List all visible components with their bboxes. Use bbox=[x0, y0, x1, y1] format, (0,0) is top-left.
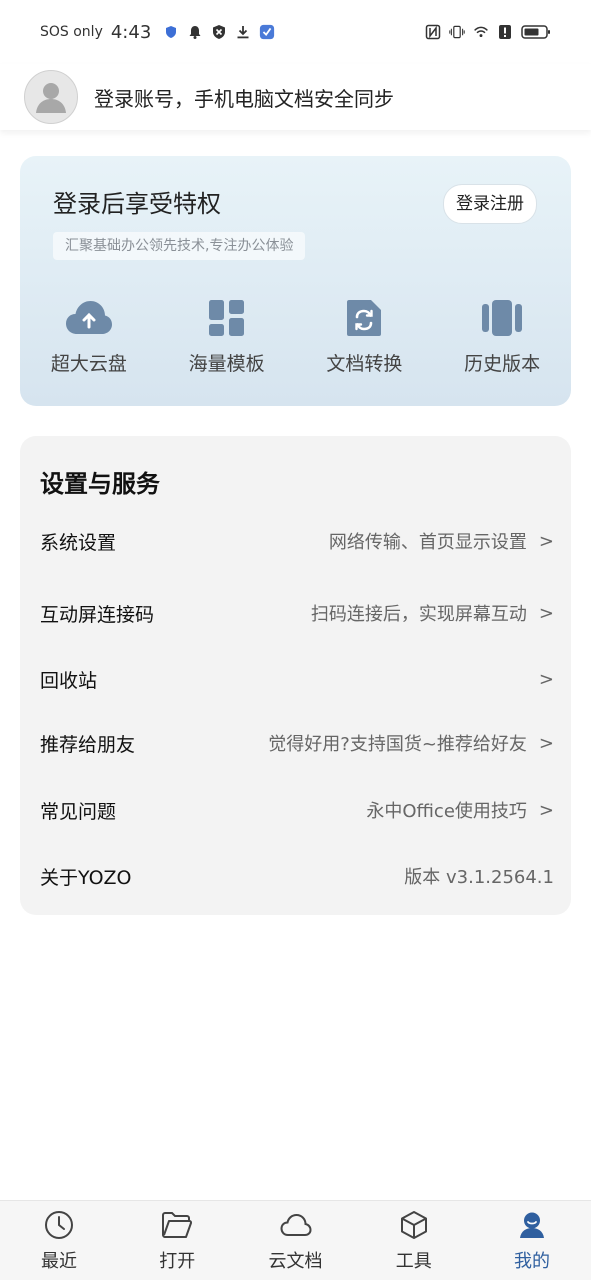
wifi-icon bbox=[473, 24, 489, 40]
battery-icon bbox=[521, 24, 551, 40]
nav-label: 工具 bbox=[395, 1250, 432, 1272]
nav-label: 打开 bbox=[159, 1250, 196, 1272]
feature-cloud-storage[interactable]: 超大云盘 bbox=[29, 296, 149, 376]
settings-card: 设置与服务 系统设置 网络传输、首页显示设置 > 互动屏连接码 扫码连接后，实现… bbox=[20, 436, 571, 915]
chevron-right-icon: > bbox=[538, 530, 554, 552]
clock-time: 4:43 bbox=[110, 21, 152, 43]
status-left: SOS only 4:43 bbox=[40, 22, 275, 43]
bottom-nav: 最近 打开 云文档 工具 我的 bbox=[0, 1200, 591, 1280]
feature-label: 历史版本 bbox=[464, 353, 541, 375]
folder-open-icon bbox=[161, 1209, 193, 1241]
setting-recycle-bin[interactable]: 回收站 > bbox=[40, 659, 554, 699]
history-version-icon bbox=[478, 296, 526, 339]
privilege-title: 登录后享受特权 bbox=[53, 190, 221, 218]
setting-right: 网络传输、首页显示设置 > bbox=[329, 528, 554, 554]
setting-label: 系统设置 bbox=[40, 531, 117, 554]
nav-label: 云文档 bbox=[268, 1250, 323, 1272]
setting-label: 回收站 bbox=[40, 669, 98, 692]
template-grid-icon bbox=[203, 296, 251, 339]
setting-about[interactable]: 关于YOZO 版本 v3.1.2564.1 bbox=[40, 856, 554, 896]
setting-label: 互动屏连接码 bbox=[40, 603, 155, 626]
setting-label: 常见问题 bbox=[40, 800, 117, 823]
setting-right: 觉得好用?支持国货~推荐给好友 > bbox=[268, 730, 554, 756]
document-convert-icon bbox=[340, 296, 388, 339]
privilege-card: 登录后享受特权 汇聚基础办公领先技术,专注办公体验 登录注册 超大云盘 海量模板 bbox=[20, 156, 571, 406]
download-icon bbox=[235, 24, 251, 40]
setting-right: > bbox=[527, 669, 554, 690]
feature-templates[interactable]: 海量模板 bbox=[167, 296, 287, 376]
profile-icon bbox=[516, 1209, 548, 1241]
chevron-right-icon: > bbox=[538, 732, 554, 754]
setting-recommend[interactable]: 推荐给朋友 觉得好用?支持国货~推荐给好友 > bbox=[40, 723, 554, 763]
nav-open[interactable]: 打开 bbox=[128, 1201, 226, 1280]
carrier-text: SOS only bbox=[40, 24, 103, 40]
feature-label: 文档转换 bbox=[326, 353, 403, 375]
nav-profile[interactable]: 我的 bbox=[483, 1201, 581, 1280]
cloud-icon bbox=[279, 1209, 312, 1241]
nav-label: 我的 bbox=[514, 1250, 550, 1272]
setting-label: 推荐给朋友 bbox=[40, 733, 136, 756]
setting-right: 版本 v3.1.2564.1 bbox=[404, 863, 554, 889]
feature-doc-convert[interactable]: 文档转换 bbox=[304, 296, 424, 376]
status-right bbox=[425, 24, 551, 40]
setting-value: 扫码连接后，实现屏幕互动 bbox=[310, 604, 527, 625]
feature-label: 海量模板 bbox=[188, 353, 265, 375]
avatar-placeholder-icon bbox=[36, 83, 66, 113]
login-register-button[interactable]: 登录注册 bbox=[443, 184, 537, 224]
avatar[interactable] bbox=[24, 70, 78, 124]
nfc-icon bbox=[425, 24, 441, 40]
nav-recent[interactable]: 最近 bbox=[10, 1201, 108, 1280]
setting-system[interactable]: 系统设置 网络传输、首页显示设置 > bbox=[40, 521, 554, 561]
shield-icon bbox=[163, 24, 179, 40]
setting-faq[interactable]: 常见问题 永中Office使用技巧 > bbox=[40, 790, 554, 830]
feature-history[interactable]: 历史版本 bbox=[442, 296, 562, 376]
blocked-icon bbox=[211, 24, 227, 40]
login-prompt[interactable]: 登录账号，手机电脑文档安全同步 bbox=[94, 83, 394, 112]
page: SOS only 4:43 登录账号，手机电脑文档安全同步 登录后享受特权 汇聚… bbox=[0, 0, 591, 1280]
app-icon bbox=[259, 24, 275, 40]
bell-icon bbox=[187, 24, 203, 40]
feature-label: 超大云盘 bbox=[50, 353, 127, 375]
login-header[interactable]: 登录账号，手机电脑文档安全同步 bbox=[0, 64, 591, 130]
vibrate-icon bbox=[449, 24, 465, 40]
setting-value: 版本 v3.1.2564.1 bbox=[404, 867, 554, 888]
chevron-right-icon: > bbox=[538, 668, 554, 690]
nav-tools[interactable]: 工具 bbox=[365, 1201, 463, 1280]
cube-icon bbox=[398, 1209, 430, 1241]
setting-value: 觉得好用?支持国货~推荐给好友 bbox=[268, 734, 527, 755]
privilege-subtitle: 汇聚基础办公领先技术,专注办公体验 bbox=[53, 232, 306, 260]
nav-cloud-docs[interactable]: 云文档 bbox=[247, 1201, 345, 1280]
setting-value: 网络传输、首页显示设置 bbox=[328, 532, 527, 553]
chevron-right-icon: > bbox=[538, 602, 554, 624]
setting-value: 永中Office使用技巧 bbox=[366, 801, 527, 822]
cloud-upload-icon bbox=[65, 296, 113, 339]
setting-label: 关于YOZO bbox=[40, 866, 132, 889]
chevron-right-icon: > bbox=[538, 799, 554, 821]
setting-right: 扫码连接后，实现屏幕互动 > bbox=[311, 600, 554, 626]
status-bar: SOS only 4:43 bbox=[0, 0, 591, 64]
nav-label: 最近 bbox=[41, 1250, 77, 1272]
feature-row: 超大云盘 海量模板 文档转换 历史版本 bbox=[20, 296, 571, 376]
setting-right: 永中Office使用技巧 > bbox=[366, 797, 554, 823]
setting-screen-connect-code[interactable]: 互动屏连接码 扫码连接后，实现屏幕互动 > bbox=[40, 593, 554, 633]
alert-icon bbox=[497, 24, 513, 40]
clock-icon bbox=[43, 1209, 75, 1241]
settings-title: 设置与服务 bbox=[40, 470, 160, 498]
